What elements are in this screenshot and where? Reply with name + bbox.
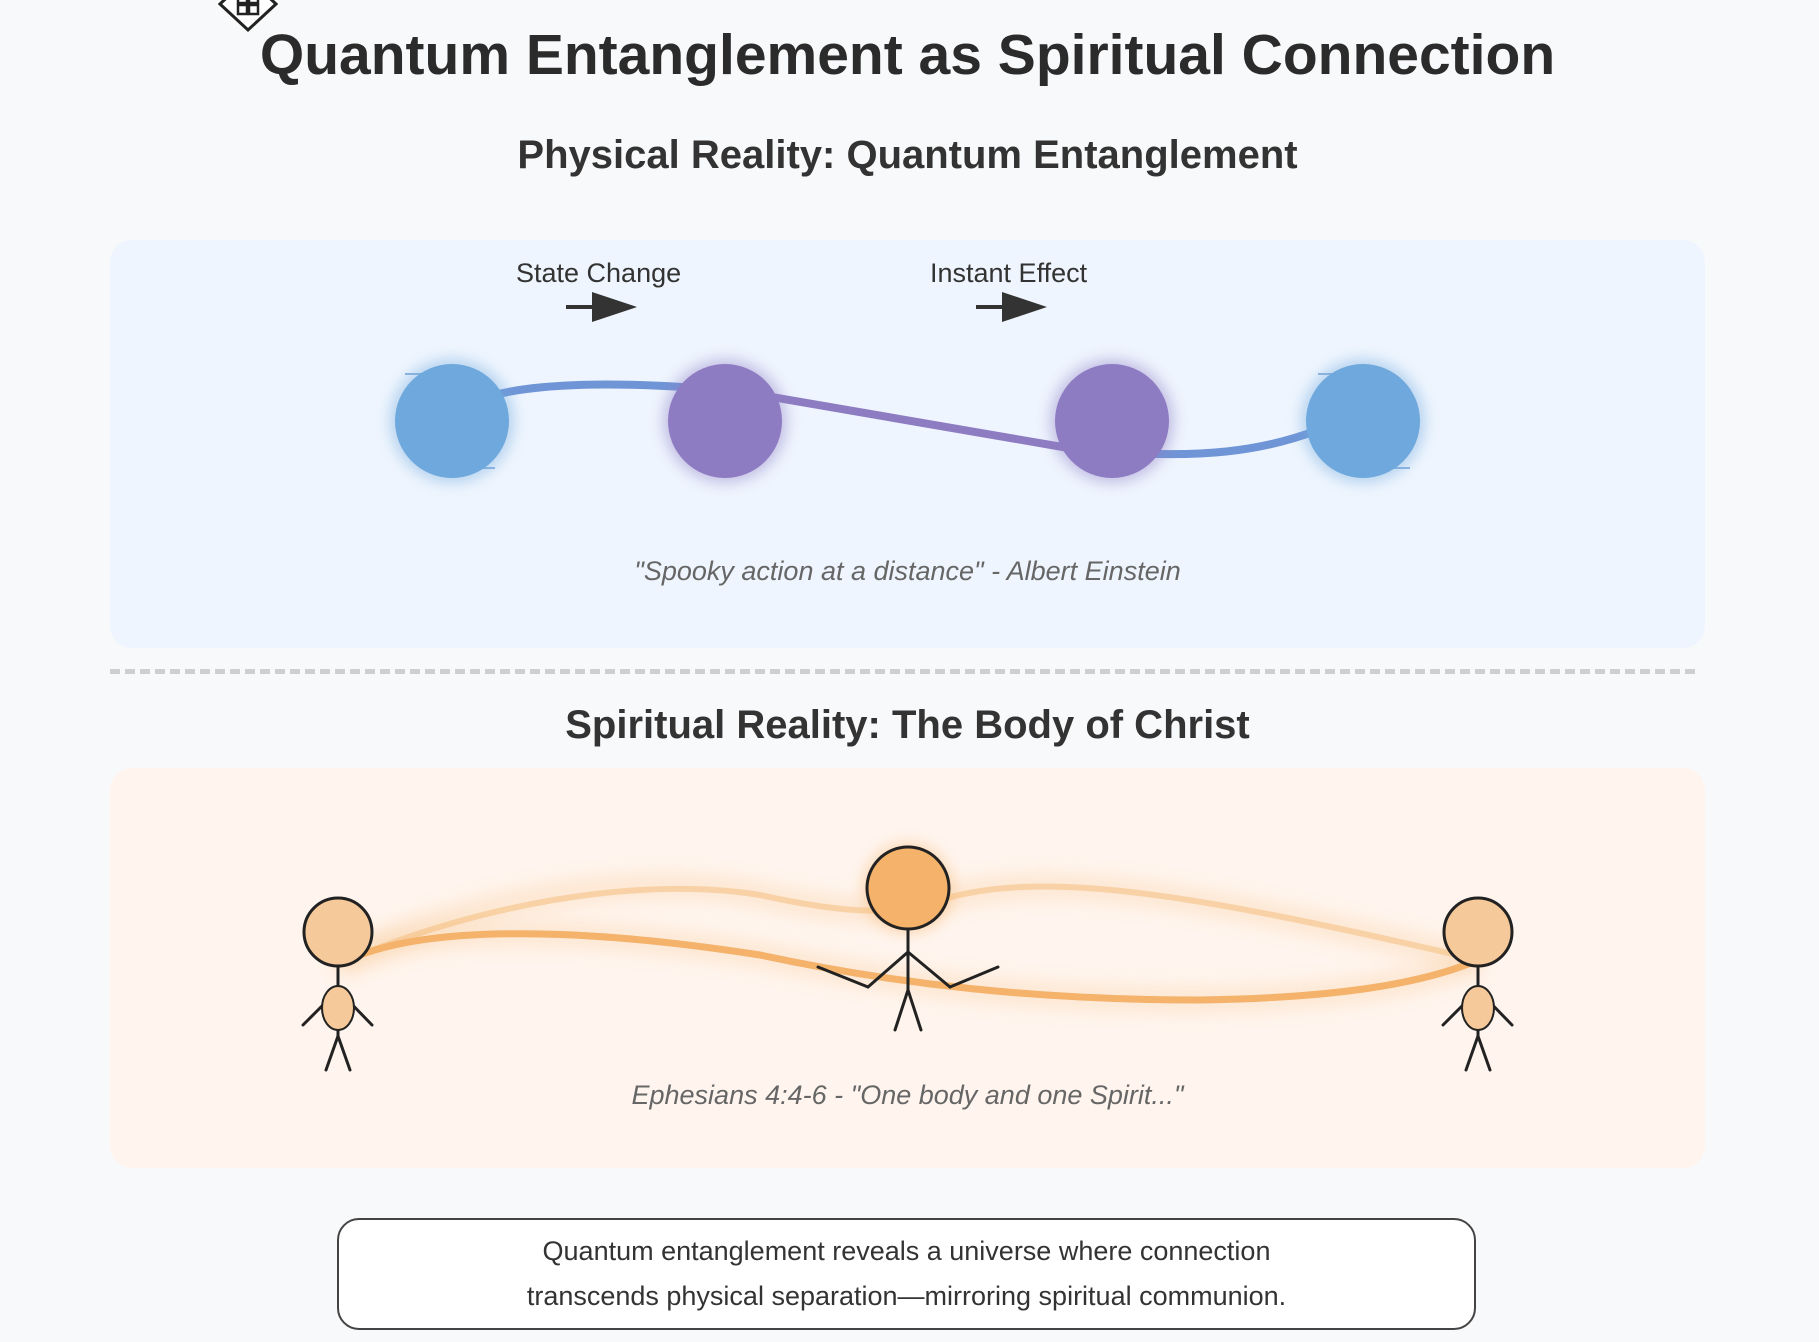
particle-d [1301, 359, 1425, 483]
particle-b [663, 359, 787, 483]
particle-c [1050, 359, 1174, 483]
conclusion-box: Quantum entanglement reveals a universe … [337, 1218, 1476, 1330]
conclusion-line-2: transcends physical separation—mirroring… [526, 1281, 1287, 1311]
person-left [301, 896, 374, 1072]
arrow-right-icon [566, 292, 637, 322]
particle-a [390, 359, 514, 483]
section-divider [110, 669, 1695, 674]
person-center [816, 842, 1000, 1032]
person-right [1441, 896, 1514, 1072]
spiritual-heading: Spiritual Reality: The Body of Christ [565, 703, 1250, 747]
arrow-right-icon [976, 292, 1047, 322]
entanglement-lines [405, 373, 1410, 469]
conclusion-line-1: Quantum entanglement reveals a universe … [542, 1236, 1271, 1266]
einstein-quote: "Spooky action at a distance" - Albert E… [634, 556, 1181, 586]
scripture-quote: Ephesians 4:4-6 - "One body and one Spir… [631, 1080, 1184, 1110]
